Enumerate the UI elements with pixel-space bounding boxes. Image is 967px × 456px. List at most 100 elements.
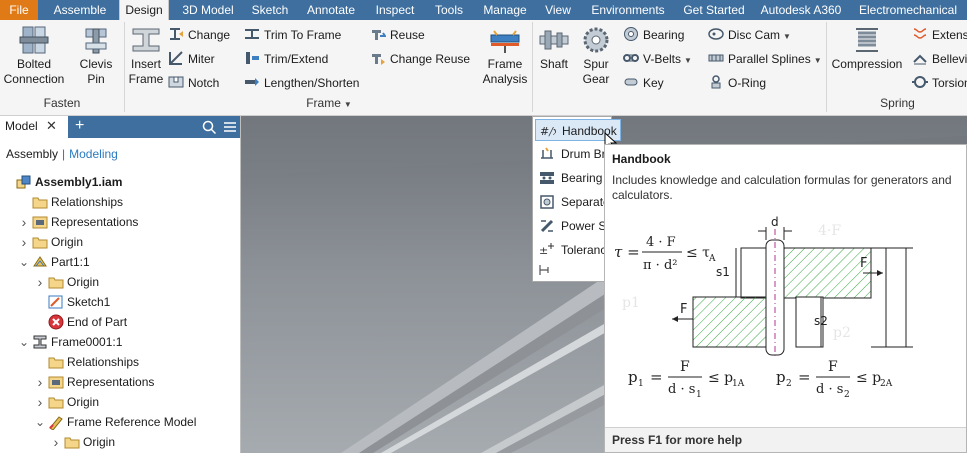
notch-label: Notch [188,76,220,90]
trim-extend-button[interactable]: Trim/Extend [244,49,328,69]
miter-button[interactable]: Miter [168,49,215,69]
trim-extend-icon [244,50,260,66]
menu-icon[interactable] [224,121,236,133]
tree-node[interactable]: › Origin [0,272,240,292]
tab-sketch[interactable]: Sketch [245,0,295,20]
belleville-spring-button[interactable]: Bellevil [912,49,967,69]
expand-icon[interactable]: › [19,232,29,252]
folder-icon [32,234,48,250]
trim-to-frame-button[interactable]: Trim To Frame [244,25,341,45]
tree-node[interactable]: ⌄ Frame Reference Model [0,412,240,432]
torsion-spring-button[interactable]: Torsion [912,73,967,93]
menu-item-bearing-label: Bearing [561,171,603,185]
parallel-splines-button[interactable]: Parallel Splines ▼ [708,49,822,69]
add-tab-icon[interactable]: + [75,116,84,136]
notch-button[interactable]: Notch [168,73,219,93]
tab-model[interactable]: Model [0,116,68,138]
lengthen-shorten-icon [244,74,260,90]
lengthen-shorten-button[interactable]: Lengthen/Shorten [244,73,359,93]
dimension-s2-label: s2 [814,314,828,328]
svg-text:≤ p: ≤ p [708,370,733,386]
close-icon[interactable]: ✕ [46,116,57,136]
part-icon [32,254,48,270]
view-modeling-link[interactable]: Modeling [69,147,118,161]
tab-inspect[interactable]: Inspect [368,0,422,20]
tab-annotate[interactable]: Annotate [300,0,362,20]
disc-cam-icon [708,26,724,42]
collapse-icon[interactable]: ⌄ [19,332,29,352]
browser-view-switch: Assembly | Modeling [6,147,118,161]
clevis-pin-label: Clevis Pin [79,57,113,86]
extension-spring-button[interactable]: Extensi [912,25,967,45]
svg-text:p1: p1 [622,295,640,311]
expand-icon[interactable]: › [35,372,45,392]
tree-node[interactable]: › Origin [0,432,240,452]
tree-node[interactable]: ⌄ Frame0001:1 [0,332,240,352]
tolerance-icon: ± [539,242,555,258]
expand-icon[interactable]: › [35,392,45,412]
collapse-icon[interactable]: ⌄ [35,412,45,432]
insert-frame-label: Insert Frame [128,57,164,86]
insert-frame-button[interactable]: Insert Frame [126,22,166,87]
tab-environments[interactable]: Environments [584,0,672,20]
tab-3d-model[interactable]: 3D Model [170,0,246,20]
tree-node[interactable]: › Origin [0,232,240,252]
frame-analysis-button[interactable]: Frame Analysis [480,22,530,87]
tree-node[interactable]: › Origin [0,392,240,412]
bolted-connection-button[interactable]: Bolted Connection [0,22,68,87]
insert-frame-icon [129,25,163,55]
key-button[interactable]: Key [623,73,664,93]
disc-cam-button[interactable]: Disc Cam ▼ [708,25,791,45]
search-icon[interactable] [202,120,217,135]
end-of-part-icon [48,314,64,330]
sketch-icon [48,294,64,310]
tree-node[interactable]: › Representations [0,212,240,232]
tab-electromechanical[interactable]: Electromechanical [852,0,964,20]
tree-node[interactable]: Relationships [0,352,240,372]
torsion-spring-icon [912,74,928,90]
tab-get-started[interactable]: Get Started [678,0,750,20]
svg-text:4·F: 4·F [818,223,841,239]
drum-brake-icon [539,146,555,162]
o-ring-button[interactable]: O-Ring [708,73,766,93]
tree-node[interactable]: Assembly1.iam [0,172,240,192]
bearing-button[interactable]: Bearing [623,25,684,45]
view-assembly-link[interactable]: Assembly [6,147,58,161]
assembly-icon [16,174,32,190]
clevis-pin-button[interactable]: Clevis Pin [70,22,122,87]
tree-node[interactable]: Relationships [0,192,240,212]
tab-assemble[interactable]: Assemble [42,0,118,20]
expand-icon[interactable]: › [19,212,29,232]
tab-file[interactable]: File [0,0,38,20]
menu-item-separated-hub-label: Separate [561,195,610,209]
bearing-pressure-p2-formula: p2 = F d · s2 ≤ p2A [776,359,893,400]
reuse-icon [370,26,387,42]
change-button[interactable]: Change [168,25,230,45]
clevis-pin-icon [79,25,113,55]
tree-node[interactable]: ⌄ Part1:1 [0,252,240,272]
tab-manage[interactable]: Manage [476,0,534,20]
expand-icon[interactable]: › [35,272,45,292]
reuse-button[interactable]: Reuse [370,25,425,45]
tab-autodesk-a360[interactable]: Autodesk A360 [756,0,846,20]
panel-frame-title[interactable]: Frame ▼ [126,95,532,111]
frame-icon [32,334,48,350]
tab-view[interactable]: View [538,0,578,20]
key-label: Key [643,76,664,90]
v-belts-button[interactable]: V-Belts ▼ [623,49,692,69]
pin-icon[interactable] [537,263,553,277]
change-reuse-button[interactable]: Change Reuse [370,49,470,69]
tree-node[interactable]: › Representations [0,372,240,392]
shaft-button[interactable]: Shaft [535,22,573,72]
tab-design[interactable]: Design [119,0,169,21]
compression-spring-button[interactable]: Compression [830,22,904,72]
panel-divider [826,22,827,112]
svg-text:1A: 1A [732,379,745,389]
tree-node[interactable]: Sketch1 [0,292,240,312]
spur-gear-button[interactable]: Spur Gear [578,22,614,87]
expand-icon[interactable]: › [51,432,61,452]
collapse-icon[interactable]: ⌄ [19,252,29,272]
tree-node[interactable]: End of Part [0,312,240,332]
svg-text:=: = [798,368,811,386]
tab-tools[interactable]: Tools [428,0,470,20]
